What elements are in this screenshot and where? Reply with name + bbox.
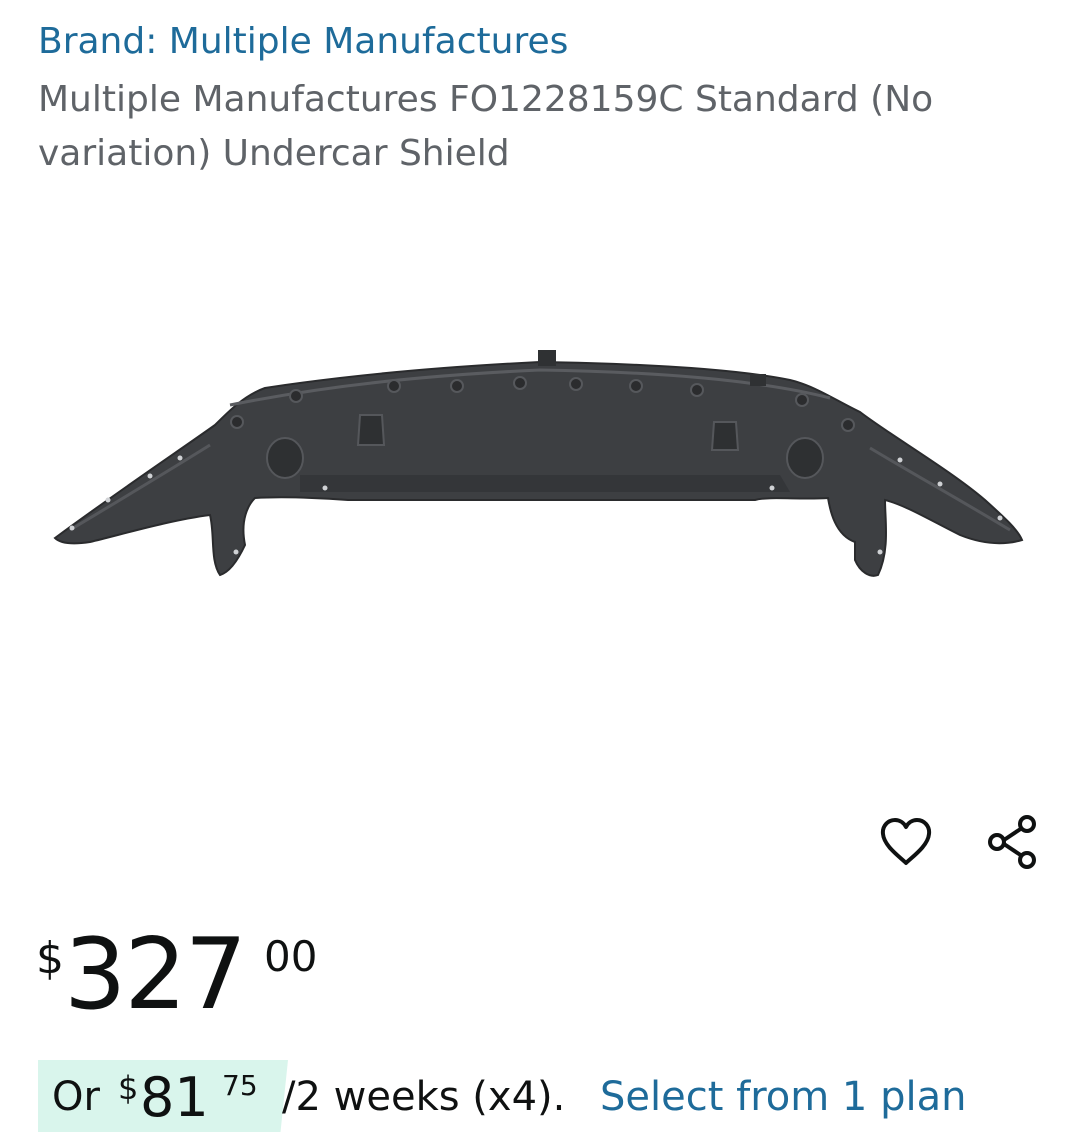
product-image[interactable] bbox=[0, 200, 1080, 790]
brand-link[interactable]: Brand: Multiple Manufactures bbox=[38, 20, 568, 64]
installment-fraction: 75 bbox=[222, 1069, 258, 1102]
undercar-shield-image bbox=[53, 350, 1024, 577]
product-detail-page: Brand: Multiple Manufactures Multiple Ma… bbox=[0, 0, 1080, 1146]
price-currency-symbol: $ bbox=[36, 933, 64, 984]
share-nodes-icon bbox=[988, 815, 1036, 869]
heart-outline-icon bbox=[880, 818, 932, 865]
installment-whole: 81 bbox=[140, 1066, 209, 1129]
installment-period: /2 weeks (x4). bbox=[282, 1074, 566, 1120]
wishlist-heart-icon[interactable] bbox=[874, 810, 938, 874]
share-icon[interactable] bbox=[980, 810, 1044, 874]
product-title: Multiple Manufactures FO1228159C Standar… bbox=[38, 79, 934, 174]
select-plan-link[interactable]: Select from 1 plan bbox=[600, 1072, 966, 1122]
price-whole: 327 bbox=[64, 918, 247, 1032]
price-fraction: 00 bbox=[264, 932, 318, 981]
installment-currency-symbol: $ bbox=[118, 1069, 139, 1107]
installment-prefix: Or bbox=[52, 1074, 100, 1120]
